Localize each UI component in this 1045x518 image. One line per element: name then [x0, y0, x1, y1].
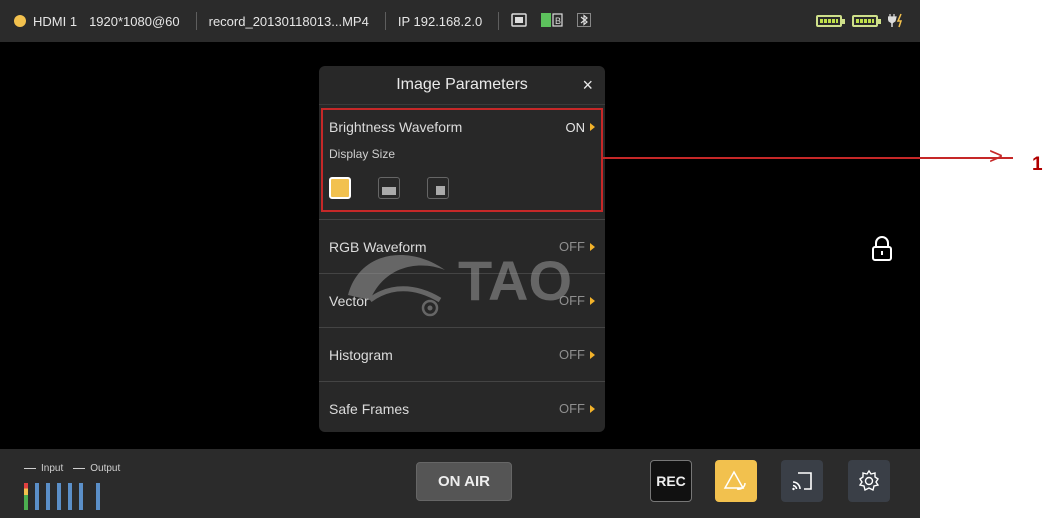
chevron-right-icon: [590, 296, 595, 305]
bottom-toolbar: Input Output ON AIR REC: [0, 449, 920, 518]
toggle-state: OFF: [559, 293, 585, 308]
arrow-right-icon: >: [989, 143, 1004, 170]
toggle-state: OFF: [559, 401, 585, 416]
gear-icon: [858, 469, 880, 492]
audio-meter-bar: [79, 483, 83, 510]
vector-row[interactable]: Vector OFF: [319, 274, 605, 328]
storage-icon: B: [541, 12, 563, 30]
monitor-screen: HDMI 1 1920*1080@60 record_20130118013..…: [0, 0, 920, 518]
triangle-scope-icon: [723, 470, 746, 490]
record-filename: record_20130118013...MP4: [208, 13, 369, 29]
cast-button[interactable]: [781, 460, 823, 502]
audio-meter-bar: [24, 483, 28, 510]
waveform-tools-button[interactable]: [715, 460, 757, 502]
bluetooth-icon: [577, 12, 592, 30]
toggle-state: OFF: [559, 239, 585, 254]
vector-label: Vector: [329, 292, 369, 309]
rec-button[interactable]: REC: [650, 460, 692, 502]
close-icon[interactable]: ×: [582, 75, 593, 96]
status-bar: HDMI 1 1920*1080@60 record_20130118013..…: [0, 0, 920, 42]
input-source: HDMI 1: [33, 13, 78, 29]
input-status-dot: [14, 15, 26, 27]
sd-card-icon: [511, 12, 527, 30]
rgb-waveform-label: RGB Waveform: [329, 238, 427, 255]
svg-text:B: B: [555, 16, 561, 26]
chevron-right-icon: [590, 350, 595, 359]
histogram-label: Histogram: [329, 346, 393, 363]
safe-frames-toggle[interactable]: OFF: [559, 401, 595, 416]
legend-output: Output: [90, 463, 121, 474]
ip-address: IP 192.168.2.0: [397, 13, 483, 29]
panel-header: Image Parameters ×: [319, 66, 605, 105]
audio-meter-bar: [96, 483, 100, 510]
chevron-right-icon: [590, 242, 595, 251]
audio-meter-legend: Input Output: [24, 463, 130, 474]
on-air-button[interactable]: ON AIR: [416, 462, 512, 501]
battery-icon: [852, 15, 881, 27]
audio-meter-bar: [46, 483, 50, 510]
resolution-readout: 1920*1080@60: [89, 13, 180, 29]
divider: [498, 12, 500, 30]
callout-line: [603, 157, 1013, 159]
vector-toggle[interactable]: OFF: [559, 293, 595, 308]
audio-level-meters: [24, 480, 107, 510]
divider: [195, 12, 197, 30]
chevron-right-icon: [590, 404, 595, 413]
settings-button[interactable]: [848, 460, 890, 502]
panel-title: Image Parameters: [396, 76, 528, 93]
histogram-row[interactable]: Histogram OFF: [319, 328, 605, 382]
battery-icon: [816, 15, 845, 27]
histogram-toggle[interactable]: OFF: [559, 347, 595, 362]
audio-meter-bar: [35, 483, 39, 510]
rgb-waveform-toggle[interactable]: OFF: [559, 239, 595, 254]
power-plug-icon: [887, 12, 906, 31]
audio-meter-bar: [57, 483, 61, 510]
audio-meter-bar: [68, 483, 72, 510]
brightness-waveform-highlight-box: [321, 108, 603, 212]
cast-icon: [792, 472, 812, 491]
divider: [384, 12, 386, 30]
callout-number: 1: [1032, 154, 1043, 175]
rgb-waveform-row[interactable]: RGB Waveform OFF: [319, 220, 605, 274]
legend-input: Input: [41, 463, 64, 474]
toggle-state: OFF: [559, 347, 585, 362]
lock-icon[interactable]: [870, 236, 894, 267]
safe-frames-label: Safe Frames: [329, 400, 410, 417]
safe-frames-row[interactable]: Safe Frames OFF: [319, 382, 605, 432]
